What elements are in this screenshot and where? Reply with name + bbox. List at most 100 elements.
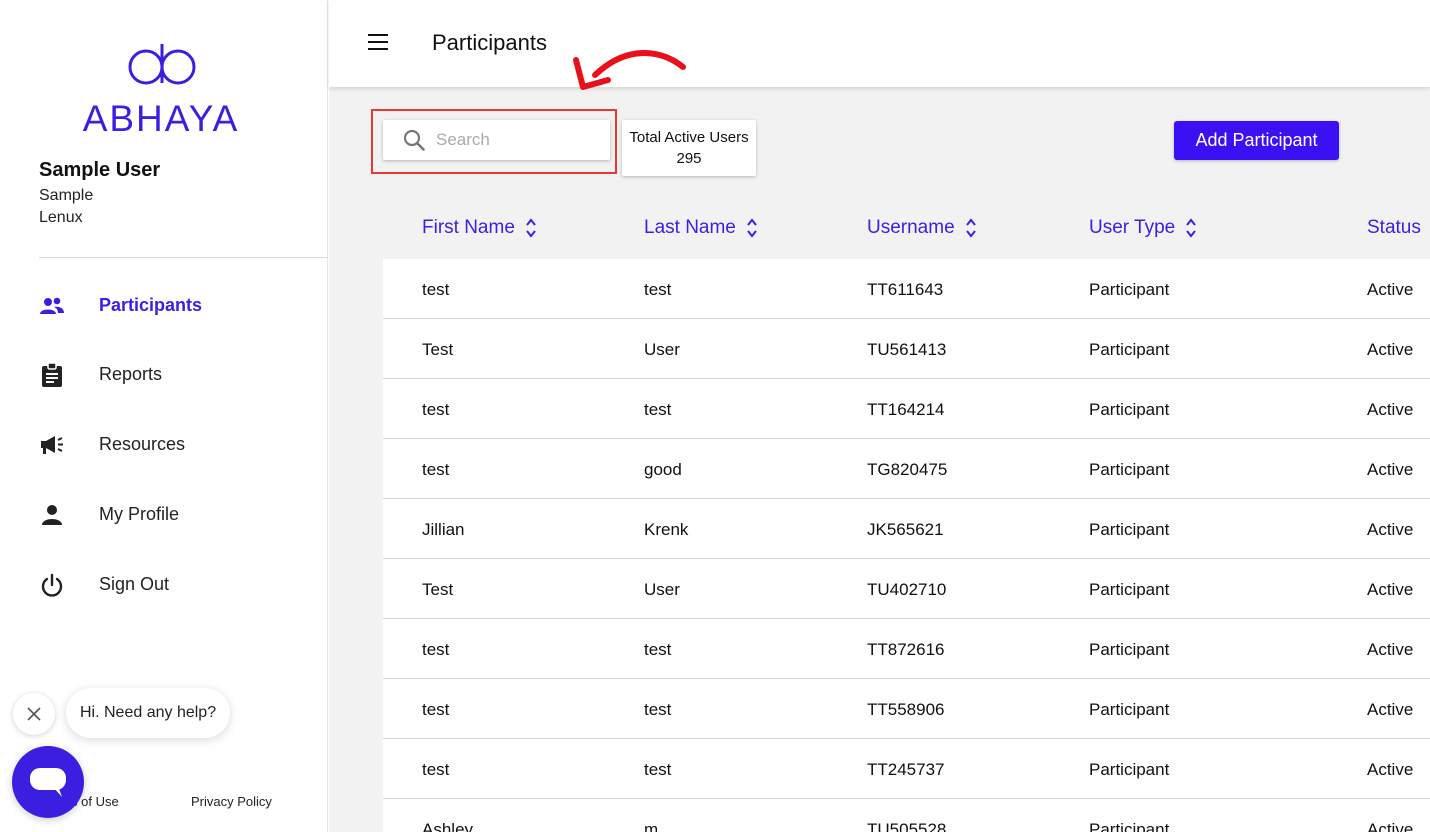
- cell-user-type: Participant: [1089, 280, 1170, 299]
- sidebar-item-resources[interactable]: Resources: [0, 421, 328, 467]
- cell-user-type: Participant: [1089, 400, 1170, 419]
- cell-first-name: Ashley: [422, 820, 474, 832]
- table-row[interactable]: test test TT611643 Participant Active: [383, 259, 1430, 319]
- cell-username: TT245737: [867, 760, 945, 779]
- table-row[interactable]: Test User TU561413 Participant Active: [383, 319, 1430, 379]
- cell-last-name: User: [644, 580, 680, 599]
- cell-username: TT164214: [867, 400, 945, 419]
- cell-first-name: test: [422, 400, 450, 419]
- power-icon: [38, 571, 66, 599]
- table-row[interactable]: test test TT245737 Participant Active: [383, 739, 1430, 799]
- cell-user-type: Participant: [1089, 640, 1170, 659]
- cell-first-name: Test: [422, 340, 454, 359]
- cell-first-name: test: [422, 700, 450, 719]
- column-header-first-name[interactable]: First Name: [422, 217, 537, 239]
- column-header-last-name[interactable]: Last Name: [644, 217, 758, 239]
- sort-icon: [1186, 218, 1197, 238]
- column-label: Status: [1367, 217, 1421, 238]
- cell-username: TU402710: [867, 580, 947, 599]
- column-header-username[interactable]: Username: [867, 217, 977, 239]
- cell-username: TU561413: [867, 340, 947, 359]
- cell-last-name: test: [644, 760, 672, 779]
- cell-first-name: Test: [422, 580, 454, 599]
- sidebar-item-label: Sign Out: [99, 573, 170, 594]
- column-label: Username: [867, 217, 955, 238]
- user-first-name: Sample: [39, 187, 94, 204]
- table-row[interactable]: test good TG820475 Participant Active: [383, 439, 1430, 499]
- sort-icon: [965, 218, 976, 238]
- abhaya-logo-mark: [128, 44, 196, 85]
- megaphone-icon: [38, 431, 66, 459]
- cell-user-type: Participant: [1089, 760, 1170, 779]
- cell-status: Active: [1367, 700, 1414, 719]
- chat-close-button[interactable]: [13, 693, 55, 735]
- sidebar-item-sign-out[interactable]: Sign Out: [0, 561, 328, 607]
- person-icon: [38, 501, 66, 529]
- sidebar-item-participants[interactable]: Participants: [0, 282, 328, 328]
- chat-launcher-button[interactable]: [12, 746, 84, 818]
- brand-wordmark: ABHAYA: [82, 98, 240, 139]
- clipboard-icon: [38, 361, 66, 389]
- add-participant-button[interactable]: Add Participant: [1174, 121, 1339, 160]
- column-header-status[interactable]: Status: [1367, 217, 1421, 239]
- search-input[interactable]: [436, 128, 596, 152]
- table-row[interactable]: Ashley m TU505528 Participant Active: [383, 799, 1430, 832]
- cell-user-type: Participant: [1089, 580, 1170, 599]
- participants-table-body: test test TT611643 Participant Active Te…: [383, 259, 1430, 832]
- sidebar-item-label: Resources: [99, 433, 186, 454]
- cell-first-name: test: [422, 760, 450, 779]
- user-name: Sample User: [39, 159, 161, 181]
- cell-last-name: User: [644, 340, 680, 359]
- sort-icon: [526, 218, 536, 238]
- menu-icon[interactable]: [368, 34, 388, 50]
- sidebar-item-label: Participants: [99, 294, 203, 315]
- stat-label: Total Active Users: [629, 129, 749, 146]
- privacy-policy-link[interactable]: Privacy Policy: [191, 794, 272, 809]
- cell-last-name: test: [644, 640, 672, 659]
- cell-status: Active: [1367, 760, 1414, 779]
- main-content: Total Active Users 295 Add Participant F…: [329, 87, 1430, 832]
- total-active-users-card: Total Active Users 295: [622, 120, 756, 176]
- chat-icon: [30, 768, 66, 797]
- table-row[interactable]: Jillian Krenk JK565621 Participant Activ…: [383, 499, 1430, 559]
- column-label: User Type: [1089, 217, 1176, 238]
- cell-status: Active: [1367, 340, 1414, 359]
- chat-greeting[interactable]: Hi. Need any help?: [66, 688, 231, 738]
- cell-last-name: test: [644, 280, 672, 299]
- cell-first-name: Jillian: [422, 520, 465, 539]
- annotation-arrow: [573, 50, 686, 90]
- sidebar-item-label: My Profile: [99, 503, 180, 524]
- cell-user-type: Participant: [1089, 520, 1170, 539]
- cell-status: Active: [1367, 580, 1414, 599]
- column-header-user-type[interactable]: User Type: [1089, 217, 1197, 239]
- sort-icon: [747, 218, 757, 238]
- search-field[interactable]: [383, 120, 610, 160]
- cell-username: JK565621: [867, 520, 944, 539]
- sidebar-item-my-profile[interactable]: My Profile: [0, 491, 328, 537]
- sidebar-divider: [39, 257, 328, 258]
- cell-username: TT872616: [867, 640, 945, 659]
- cell-status: Active: [1367, 520, 1414, 539]
- cell-last-name: good: [644, 460, 682, 479]
- cell-user-type: Participant: [1089, 820, 1170, 832]
- table-row[interactable]: test test TT872616 Participant Active: [383, 619, 1430, 679]
- cell-last-name: test: [644, 700, 672, 719]
- table-row[interactable]: test test TT164214 Participant Active: [383, 379, 1430, 439]
- sidebar-item-reports[interactable]: Reports: [0, 351, 328, 397]
- page-title: Participants: [432, 30, 547, 55]
- cell-last-name: Krenk: [644, 520, 689, 539]
- cell-status: Active: [1367, 460, 1414, 479]
- user-last-name: Lenux: [39, 209, 83, 226]
- cell-username: TU505528: [867, 820, 947, 832]
- cell-user-type: Participant: [1089, 340, 1170, 359]
- cell-username: TT611643: [867, 280, 944, 299]
- cell-status: Active: [1367, 640, 1414, 659]
- cell-user-type: Participant: [1089, 460, 1170, 479]
- close-icon: [27, 707, 41, 721]
- table-row[interactable]: Test User TU402710 Participant Active: [383, 559, 1430, 619]
- cell-username: TG820475: [867, 460, 948, 479]
- cell-status: Active: [1367, 400, 1414, 419]
- top-bar: Participants: [329, 0, 1430, 87]
- table-row[interactable]: test test TT558906 Participant Active: [383, 679, 1430, 739]
- cell-username: TT558906: [867, 700, 945, 719]
